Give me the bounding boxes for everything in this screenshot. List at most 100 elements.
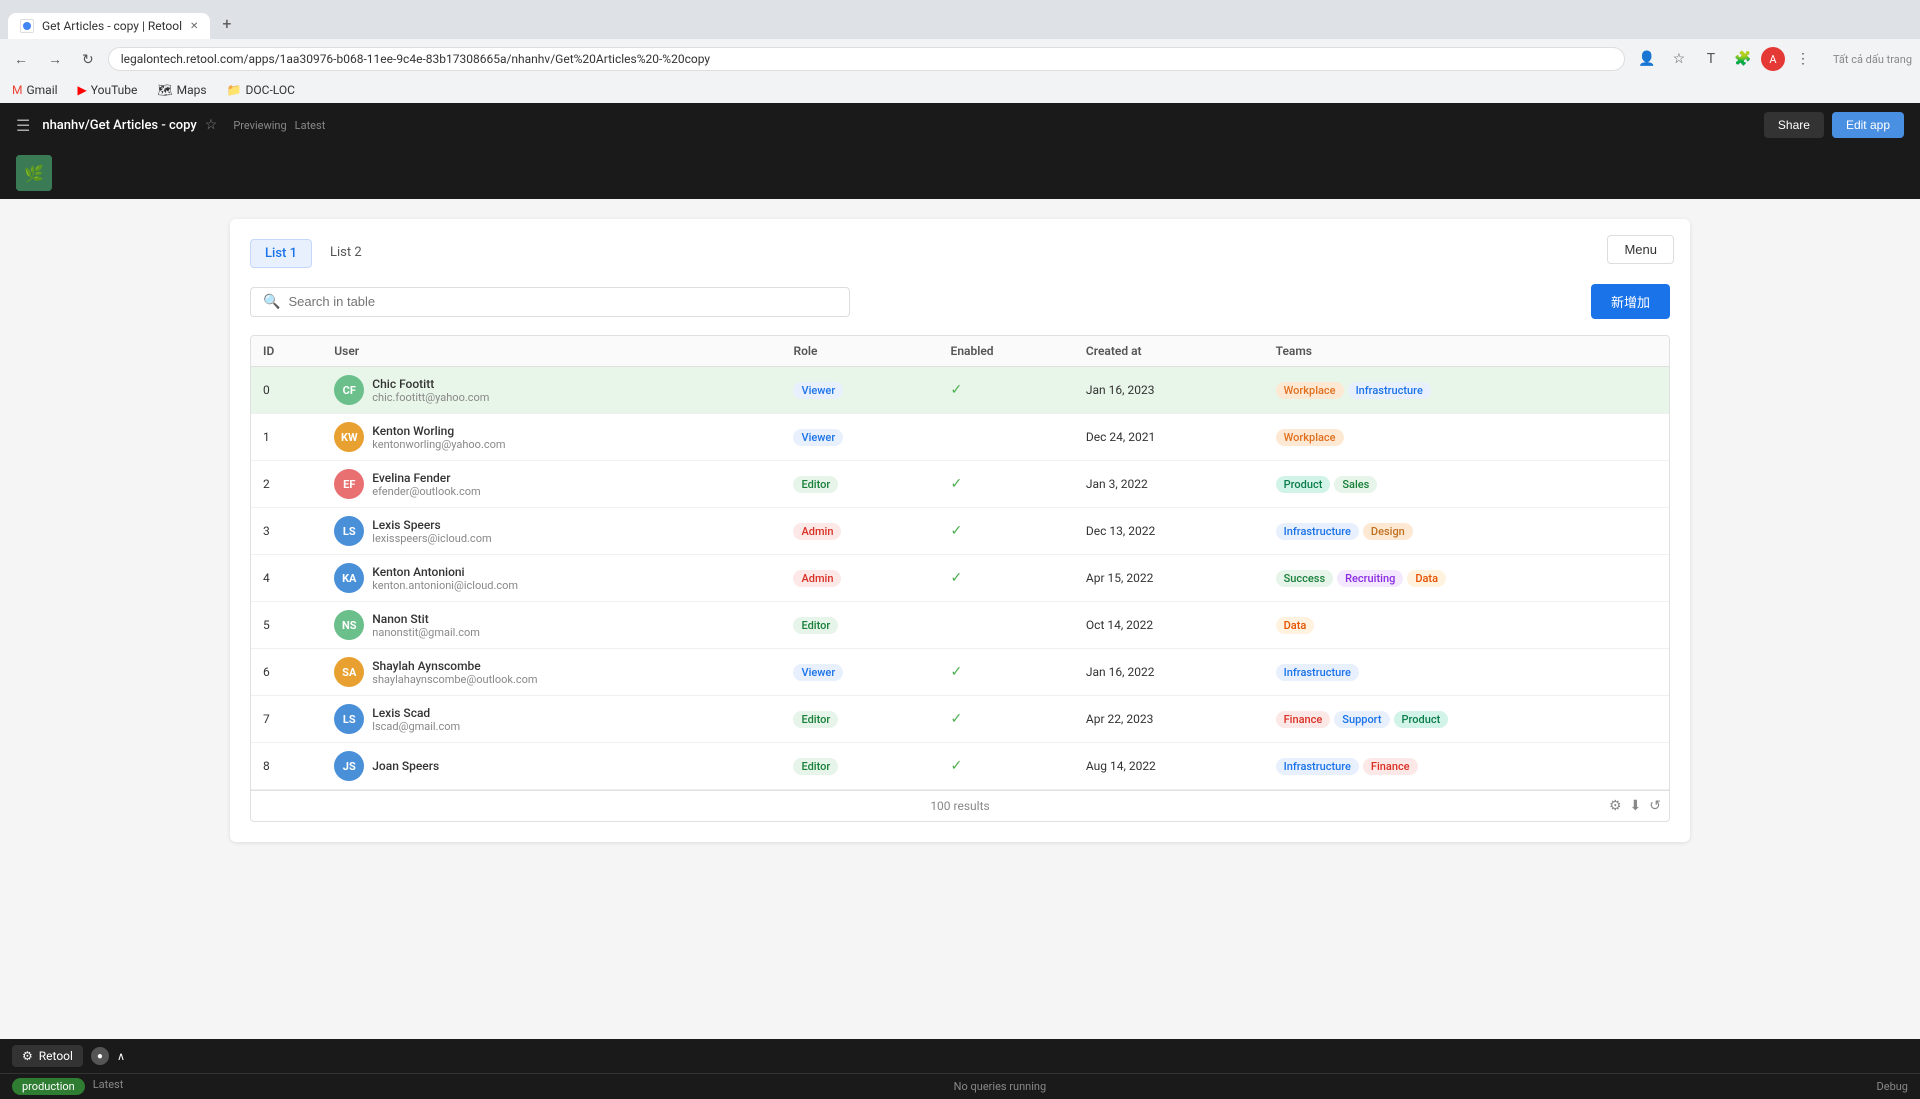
search-input[interactable] [288, 294, 837, 309]
profile-icon[interactable]: 👤 [1633, 45, 1661, 73]
debug-label[interactable]: Debug [1877, 1080, 1908, 1093]
latest-indicator[interactable]: Latest [93, 1078, 124, 1095]
folder-icon: 📁 [227, 83, 242, 97]
table-row[interactable]: 2 EF Evelina Fender efender@outlook.com … [251, 461, 1669, 508]
table-row[interactable]: 3 LS Lexis Speers lexisspeers@icloud.com… [251, 508, 1669, 555]
cell-id: 1 [251, 414, 322, 461]
forward-button[interactable]: → [42, 47, 68, 71]
user-email: shaylahaynscombe@outlook.com [372, 673, 537, 686]
cell-enabled [939, 414, 1074, 461]
table-header: ID User Role Enabled Created at Teams [251, 336, 1669, 367]
team-tag: Support [1334, 711, 1389, 728]
cell-created: Dec 24, 2021 [1074, 414, 1264, 461]
cell-role: Admin [781, 555, 938, 602]
new-tab-button[interactable]: + [212, 8, 241, 39]
filter-icon[interactable]: ⚙ [1609, 798, 1622, 814]
results-count: 100 results [930, 799, 989, 813]
toolbar-icons: 👤 ☆ T 🧩 A ⋮ [1633, 45, 1817, 73]
user-info: Lexis Scad lscad@gmail.com [372, 706, 460, 733]
table-wrapper: ID User Role Enabled Created at Teams 0 … [250, 335, 1670, 822]
user-name: Nanon Stit [372, 612, 480, 626]
avatar: LS [334, 516, 364, 546]
bookmark-docloc[interactable]: 📁 DOC-LOC [223, 81, 299, 99]
table-row[interactable]: 8 JS Joan Speers Editor✓Aug 14, 2022Infr… [251, 743, 1669, 790]
tab-list2[interactable]: List 2 [316, 239, 376, 268]
refresh-button[interactable]: ↻ [76, 47, 100, 72]
table-actions: ⚙ ⬇ ↺ [1609, 798, 1661, 814]
table-container: ID User Role Enabled Created at Teams 0 … [250, 335, 1670, 822]
star-icon[interactable]: ☆ [1665, 45, 1693, 73]
team-tag: Data [1276, 617, 1315, 634]
role-tag: Editor [793, 711, 838, 728]
table-row[interactable]: 5 NS Nanon Stit nanonstit@gmail.com Edit… [251, 602, 1669, 649]
share-button[interactable]: Share [1764, 112, 1824, 138]
translate-icon[interactable]: T [1697, 45, 1725, 73]
bookmark-gmail[interactable]: M Gmail [8, 81, 62, 99]
favorite-icon[interactable]: ☆ [205, 117, 218, 133]
cell-id: 6 [251, 649, 322, 696]
app-icon: 🌿 [16, 155, 52, 191]
app-icon-bar: 🌿 [0, 147, 1920, 199]
user-email: efender@outlook.com [372, 485, 480, 498]
bookmarks-label: Tất cả dấu trang [1833, 53, 1912, 66]
back-button[interactable]: ← [8, 47, 34, 71]
team-tag: Success [1276, 570, 1333, 587]
role-tag: Viewer [793, 382, 843, 399]
role-tag: Admin [793, 523, 841, 540]
env-indicator[interactable]: production [12, 1078, 85, 1095]
bookmark-youtube[interactable]: ▶ YouTube [74, 81, 142, 99]
col-enabled: Enabled [939, 336, 1074, 367]
add-button[interactable]: 新增加 [1591, 284, 1670, 319]
svg-text:🌿: 🌿 [24, 164, 44, 183]
cell-teams: ProductSales [1264, 461, 1669, 508]
caret-icon[interactable]: ∧ [117, 1050, 125, 1063]
table-row[interactable]: 6 SA Shaylah Aynscombe shaylahaynscombe@… [251, 649, 1669, 696]
search-row: 🔍 新增加 [250, 284, 1670, 319]
user-info: Shaylah Aynscombe shaylahaynscombe@outlo… [372, 659, 537, 686]
account-icon[interactable]: A [1761, 47, 1785, 71]
user-email: nanonstit@gmail.com [372, 626, 480, 639]
user-info: Chic Footitt chic.footitt@yahoo.com [372, 377, 489, 404]
menu-button[interactable]: Menu [1607, 235, 1674, 264]
hamburger-icon[interactable]: ☰ [16, 116, 30, 135]
cell-id: 7 [251, 696, 322, 743]
extensions-icon[interactable]: 🧩 [1729, 45, 1757, 73]
tabs-container: List 1 List 2 [250, 239, 1670, 268]
status-left: production Latest [12, 1078, 123, 1095]
bookmark-maps[interactable]: 🗺 Maps [153, 81, 210, 99]
table-row[interactable]: 1 KW Kenton Worling kentonworling@yahoo.… [251, 414, 1669, 461]
status-right: Debug [1877, 1080, 1908, 1093]
tab-list1[interactable]: List 1 [250, 239, 312, 268]
tab-close-icon[interactable]: ✕ [190, 21, 198, 32]
edit-app-button[interactable]: Edit app [1832, 112, 1904, 138]
avatar: JS [334, 751, 364, 781]
cell-role: Viewer [781, 367, 938, 414]
avatar: NS [334, 610, 364, 640]
refresh-icon[interactable]: ↺ [1649, 798, 1661, 814]
team-tag: Infrastructure [1276, 523, 1359, 540]
status-bar: production Latest No queries running Deb… [0, 1073, 1920, 1099]
canvas: Menu List 1 List 2 🔍 新增加 [0, 199, 1920, 1039]
cell-created: Aug 14, 2022 [1074, 743, 1264, 790]
cell-id: 8 [251, 743, 322, 790]
table-row[interactable]: 7 LS Lexis Scad lscad@gmail.com Editor✓A… [251, 696, 1669, 743]
team-tag: Workplace [1276, 382, 1344, 399]
table-row[interactable]: 4 KA Kenton Antonioni kenton.antonioni@i… [251, 555, 1669, 602]
active-tab[interactable]: Get Articles - copy | Retool ✕ [8, 13, 210, 39]
tab-favicon [20, 19, 34, 33]
address-bar[interactable]: legalontech.retool.com/apps/1aa30976-b06… [108, 47, 1625, 71]
cell-role: Admin [781, 508, 938, 555]
download-icon[interactable]: ⬇ [1630, 798, 1642, 814]
bottom-bar: ⚙ Retool ● ∧ [0, 1039, 1920, 1073]
user-email: chic.footitt@yahoo.com [372, 391, 489, 404]
table-row[interactable]: 0 CF Chic Footitt chic.footitt@yahoo.com… [251, 367, 1669, 414]
cell-enabled: ✓ [939, 367, 1074, 414]
team-tag: Workplace [1276, 429, 1344, 446]
enabled-check: ✓ [951, 523, 963, 539]
cell-created: Jan 3, 2022 [1074, 461, 1264, 508]
cell-role: Editor [781, 602, 938, 649]
menu-icon[interactable]: ⋮ [1789, 45, 1817, 73]
table-footer: 100 results ⚙ ⬇ ↺ [251, 790, 1669, 821]
cell-enabled: ✓ [939, 696, 1074, 743]
avatar: LS [334, 704, 364, 734]
